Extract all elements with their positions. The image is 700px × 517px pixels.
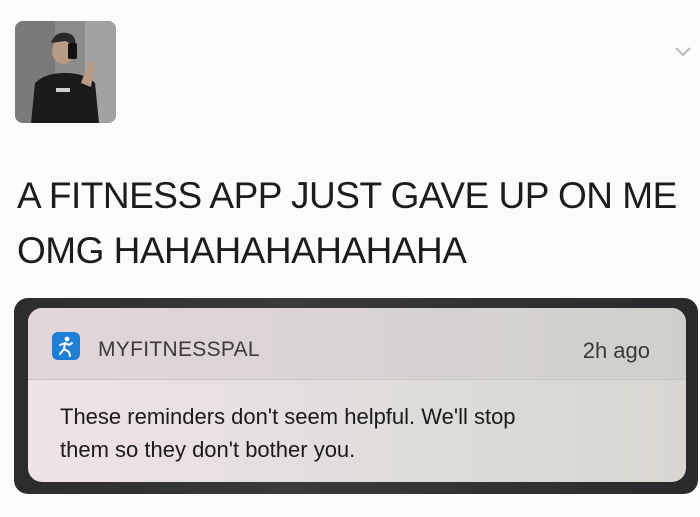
notification-message-line-1: These reminders don't seem helpful. We'l… (60, 404, 516, 429)
notification-message: These reminders don't seem helpful. We'l… (60, 400, 680, 466)
notification-message-line-2: them so they don't bother you. (60, 437, 356, 462)
tweet-screenshot: A FITNESS APP JUST GAVE UP ON ME OMG HAH… (0, 0, 700, 517)
tweet-text: A FITNESS APP JUST GAVE UP ON ME OMG HAH… (17, 168, 687, 278)
notification-card[interactable]: MYFITNESSPAL 2h ago These reminders don'… (28, 308, 686, 482)
tweet-text-line-1: A FITNESS APP JUST GAVE UP ON ME (17, 175, 677, 216)
notification-time: 2h ago (582, 338, 650, 363)
app-name: MYFITNESSPAL (98, 338, 260, 361)
person-photo-icon (15, 21, 116, 123)
notification-header: MYFITNESSPAL 2h ago (28, 308, 686, 380)
tweet-text-line-2: OMG HAHAHAHAHAHAHA (17, 230, 467, 271)
avatar[interactable] (15, 21, 116, 123)
notification-screenshot: MYFITNESSPAL 2h ago These reminders don'… (14, 298, 698, 494)
chevron-down-icon[interactable] (672, 40, 694, 62)
running-figure-icon (52, 332, 80, 360)
